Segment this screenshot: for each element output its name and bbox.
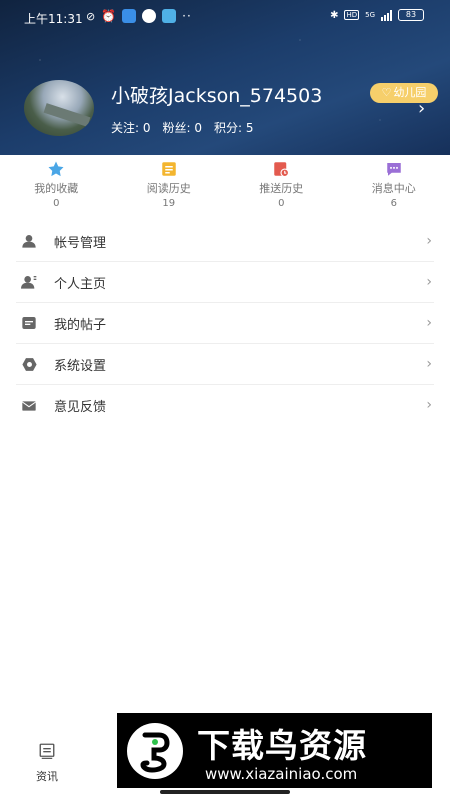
qq-icon (142, 9, 157, 23)
menu-label: 系统设置 (54, 358, 107, 374)
bottom-tab-news-label: 资讯 (36, 770, 58, 783)
chevron-right-icon: › (426, 274, 432, 290)
menu-label: 帐号管理 (54, 235, 107, 251)
username[interactable]: 小破孩Jackson_574503 (111, 81, 322, 108)
home-indicator[interactable] (160, 790, 290, 794)
battery-icon: 83 (398, 9, 424, 21)
bird-logo-icon (125, 721, 185, 781)
heart-icon: ♡ (381, 86, 392, 99)
settings-icon (20, 355, 38, 373)
signal-icon (381, 9, 392, 21)
quick-read-history[interactable]: 阅读历史 19 (113, 160, 226, 214)
avatar[interactable] (24, 80, 94, 136)
chevron-right-icon: › (426, 397, 432, 413)
quick-messages-count: 6 (390, 198, 397, 209)
bluetooth-icon: ✱ (330, 9, 339, 21)
bottom-tab-news[interactable]: 资讯 (25, 742, 69, 784)
status-time: 上午11:31 (24, 12, 83, 26)
status-right: ✱ HD 5G 83 (330, 9, 424, 21)
mute-icon: ⊘ (86, 9, 96, 23)
quick-read-history-count: 19 (162, 198, 176, 209)
status-bar: 上午11:31 ⊘ ⏰ ·· ✱ HD 5G 83 (0, 0, 450, 34)
message-icon (385, 160, 403, 178)
quick-messages[interactable]: 消息中心 6 (338, 160, 450, 214)
network-type: 5G (365, 11, 375, 19)
watermark-url: www.xiazainiao.com (205, 765, 358, 783)
quick-push-history-label: 推送历史 (259, 182, 304, 195)
menu-label: 我的帖子 (54, 317, 107, 333)
user-icon (20, 232, 38, 250)
mail-icon (20, 397, 38, 415)
profile-stats: 关注: 0 粉丝: 0 积分: 5 (111, 119, 254, 136)
settings-menu: 帐号管理 › 个人主页 › 我的帖子 › 系统设置 › 意见反馈 › (0, 221, 450, 426)
menu-label: 意见反馈 (54, 400, 107, 415)
menu-personal-page[interactable]: 个人主页 › (16, 262, 434, 303)
notification-icons: ⊘ ⏰ ·· (86, 9, 192, 23)
watermark-title: 下载鸟资源 (197, 726, 367, 765)
menu-my-posts[interactable]: 我的帖子 › (16, 303, 434, 344)
follow-count[interactable]: 关注: 0 (111, 119, 151, 136)
quick-favorites-label: 我的收藏 (34, 182, 79, 195)
telegram-icon (162, 9, 177, 23)
quick-access-row: 我的收藏 0 阅读历史 19 推送历史 0 消息中心 6 (0, 160, 450, 214)
menu-account-management[interactable]: 帐号管理 › (16, 221, 434, 262)
points-count[interactable]: 积分: 5 (214, 119, 254, 136)
push-history-icon (272, 160, 290, 178)
quick-push-history[interactable]: 推送历史 0 (225, 160, 338, 214)
quick-read-history-label: 阅读历史 (146, 182, 191, 195)
profile-header: 上午11:31 ⊘ ⏰ ·· ✱ HD 5G 83 小破孩Jackson_574… (0, 0, 450, 155)
app-notification-icon (122, 9, 137, 23)
posts-icon (20, 314, 38, 332)
quick-push-history-count: 0 (278, 198, 285, 209)
avatar-image (43, 103, 91, 127)
quick-favorites[interactable]: 我的收藏 0 (0, 160, 113, 214)
quick-favorites-count: 0 (53, 198, 60, 209)
menu-system-settings[interactable]: 系统设置 › (16, 344, 434, 385)
hd-icon: HD (344, 10, 360, 20)
chevron-right-icon: › (426, 315, 432, 331)
fans-count[interactable]: 粉丝: 0 (163, 119, 203, 136)
watermark-banner: 下载鸟资源 www.xiazainiao.com (117, 713, 432, 788)
menu-label: 个人主页 (54, 276, 107, 292)
chevron-right-icon: › (426, 233, 432, 249)
menu-feedback[interactable]: 意见反馈 › (16, 385, 434, 426)
history-icon (160, 160, 178, 178)
alarm-icon: ⏰ (101, 9, 117, 23)
more-dots-icon: ·· (182, 9, 192, 23)
quick-messages-label: 消息中心 (371, 182, 416, 195)
profile-icon (20, 273, 38, 291)
chevron-right-icon: › (426, 356, 432, 372)
chevron-right-icon[interactable]: › (418, 98, 425, 119)
news-icon (38, 742, 56, 764)
level-badge[interactable]: ♡ 幼儿园 (370, 83, 438, 103)
star-icon (47, 160, 65, 178)
